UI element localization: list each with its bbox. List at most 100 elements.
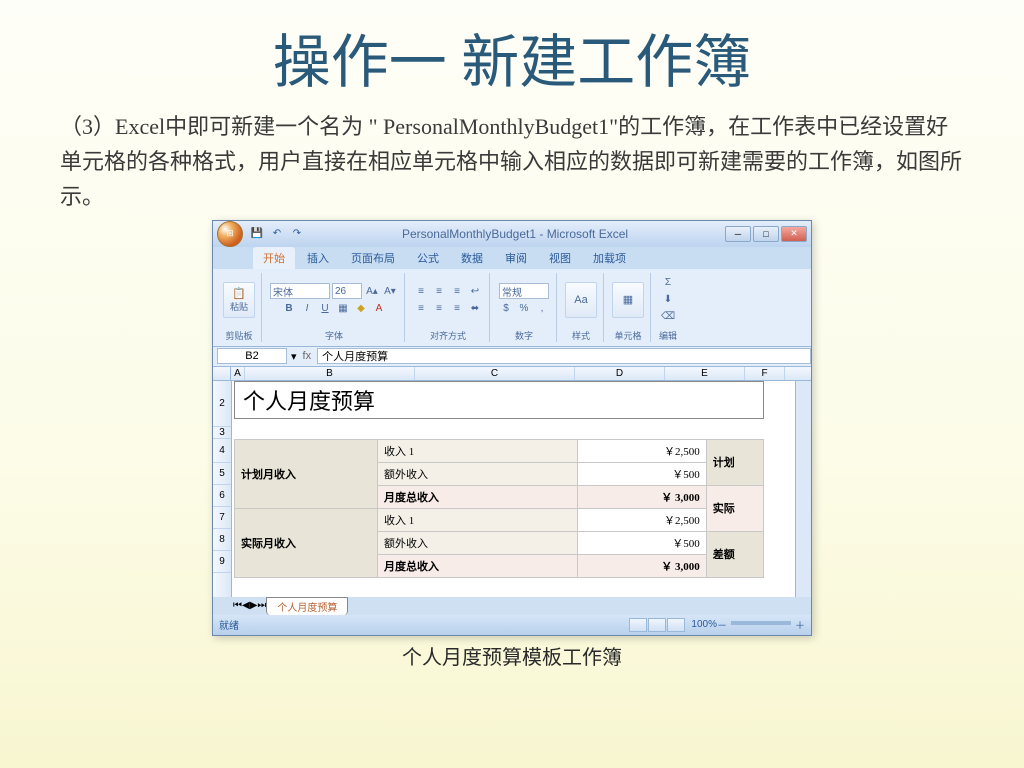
fill-icon[interactable]: ⬇: [660, 292, 676, 308]
nav-first-icon[interactable]: ⏮: [233, 600, 242, 611]
number-label: 数字: [515, 327, 533, 342]
row-2[interactable]: 2: [213, 381, 231, 427]
side-actual[interactable]: 实际: [706, 485, 763, 531]
close-button[interactable]: ✕: [781, 226, 807, 242]
align-right-icon[interactable]: ≡: [449, 300, 465, 316]
fx-icon[interactable]: fx: [297, 350, 318, 362]
border-button[interactable]: ▦: [335, 300, 351, 316]
fill-color-button[interactable]: ◆: [353, 300, 369, 316]
tab-home[interactable]: 开始: [253, 247, 295, 269]
row-5[interactable]: 5: [213, 463, 231, 485]
view-normal-icon[interactable]: [629, 618, 647, 632]
status-bar: 就绪 100% － ＋: [213, 615, 811, 635]
paste-button[interactable]: 📋粘贴: [223, 282, 255, 318]
row-headers: 2 3 4 5 6 7 8 9: [213, 381, 232, 597]
row-4[interactable]: 4: [213, 439, 231, 463]
shrink-font-icon[interactable]: A▾: [382, 283, 398, 299]
cell-total1-val[interactable]: ￥ 3,000: [578, 485, 707, 508]
col-D[interactable]: D: [575, 367, 665, 380]
cell-total2[interactable]: 月度总收入: [377, 554, 577, 577]
col-A[interactable]: A: [231, 367, 245, 380]
align-bot-icon[interactable]: ≡: [449, 283, 465, 299]
tab-layout[interactable]: 页面布局: [341, 247, 405, 269]
merge-icon[interactable]: ⬌: [467, 300, 483, 316]
tab-insert[interactable]: 插入: [297, 247, 339, 269]
cell-total1[interactable]: 月度总收入: [377, 485, 577, 508]
cell-grid[interactable]: 个人月度预算 计划月收入 收入 1 ￥2,500 计划 额外收入 ￥500 月度…: [232, 381, 795, 597]
sheet-tab[interactable]: 个人月度预算: [266, 597, 348, 615]
cell-extra2[interactable]: 额外收入: [377, 531, 577, 554]
side-diff[interactable]: 差额: [706, 531, 763, 577]
percent-icon[interactable]: %: [516, 300, 532, 316]
zoom-level[interactable]: 100%: [691, 619, 717, 630]
name-box[interactable]: B2: [217, 348, 287, 364]
titlebar: ⊞ 💾 ↶ ↷ PersonalMonthlyBudget1 - Microso…: [213, 221, 811, 247]
nav-next-icon[interactable]: ▶: [250, 600, 258, 611]
align-top-icon[interactable]: ≡: [413, 283, 429, 299]
font-color-button[interactable]: A: [371, 300, 387, 316]
zoom-out-icon[interactable]: －: [717, 617, 727, 632]
col-C[interactable]: C: [415, 367, 575, 380]
cells-button[interactable]: ▦: [612, 282, 644, 318]
cell-total2-val[interactable]: ￥ 3,000: [578, 554, 707, 577]
bold-button[interactable]: B: [281, 300, 297, 316]
font-size-combo[interactable]: 26: [332, 283, 362, 299]
side-planned[interactable]: 计划: [706, 439, 763, 485]
cell-title[interactable]: 个人月度预算: [234, 381, 764, 419]
row-3[interactable]: 3: [213, 427, 231, 439]
clear-icon[interactable]: ⌫: [660, 309, 676, 325]
view-break-icon[interactable]: [667, 618, 685, 632]
cell-income1-val[interactable]: ￥2,500: [578, 439, 707, 462]
grow-font-icon[interactable]: A▴: [364, 283, 380, 299]
formula-input[interactable]: 个人月度预算: [317, 348, 811, 364]
col-B[interactable]: B: [245, 367, 415, 380]
view-layout-icon[interactable]: [648, 618, 666, 632]
save-icon[interactable]: 💾: [249, 226, 265, 242]
zoom-slider[interactable]: [731, 621, 791, 625]
currency-icon[interactable]: $: [498, 300, 514, 316]
section-actual[interactable]: 实际月收入: [235, 508, 378, 577]
col-E[interactable]: E: [665, 367, 745, 380]
tab-review[interactable]: 审阅: [495, 247, 537, 269]
styles-button[interactable]: Aa: [565, 282, 597, 318]
cell-extra2-val[interactable]: ￥500: [578, 531, 707, 554]
comma-icon[interactable]: ,: [534, 300, 550, 316]
cell-extra1[interactable]: 额外收入: [377, 462, 577, 485]
align-left-icon[interactable]: ≡: [413, 300, 429, 316]
office-button[interactable]: ⊞: [217, 221, 243, 247]
cell-income2-val[interactable]: ￥2,500: [578, 508, 707, 531]
editing-label: 编辑: [659, 327, 677, 342]
ribbon-tabs: 开始 插入 页面布局 公式 数据 审阅 视图 加载项: [213, 247, 811, 269]
cells-label: 单元格: [614, 327, 641, 342]
select-all-corner[interactable]: [213, 367, 231, 380]
wrap-icon[interactable]: ↩: [467, 283, 483, 299]
align-mid-icon[interactable]: ≡: [431, 283, 447, 299]
tab-addins[interactable]: 加载项: [583, 247, 636, 269]
nav-prev-icon[interactable]: ◀: [242, 600, 250, 611]
nav-last-icon[interactable]: ⏭: [257, 600, 266, 611]
cell-extra1-val[interactable]: ￥500: [578, 462, 707, 485]
number-format-combo[interactable]: 常规: [499, 283, 549, 299]
tab-data[interactable]: 数据: [451, 247, 493, 269]
tab-view[interactable]: 视图: [539, 247, 581, 269]
font-name-combo[interactable]: 宋体: [270, 283, 330, 299]
italic-button[interactable]: I: [299, 300, 315, 316]
section-planned[interactable]: 计划月收入: [235, 439, 378, 508]
align-center-icon[interactable]: ≡: [431, 300, 447, 316]
undo-icon[interactable]: ↶: [269, 226, 285, 242]
vertical-scrollbar[interactable]: [795, 381, 811, 597]
maximize-button[interactable]: □: [753, 226, 779, 242]
col-F[interactable]: F: [745, 367, 785, 380]
row-8[interactable]: 8: [213, 529, 231, 551]
redo-icon[interactable]: ↷: [289, 226, 305, 242]
cell-income2[interactable]: 收入 1: [377, 508, 577, 531]
underline-button[interactable]: U: [317, 300, 333, 316]
minimize-button[interactable]: ─: [725, 226, 751, 242]
zoom-in-icon[interactable]: ＋: [795, 617, 805, 632]
autosum-icon[interactable]: Σ: [660, 275, 676, 291]
row-7[interactable]: 7: [213, 507, 231, 529]
row-9[interactable]: 9: [213, 551, 231, 573]
tab-formulas[interactable]: 公式: [407, 247, 449, 269]
cell-income1[interactable]: 收入 1: [377, 439, 577, 462]
row-6[interactable]: 6: [213, 485, 231, 507]
